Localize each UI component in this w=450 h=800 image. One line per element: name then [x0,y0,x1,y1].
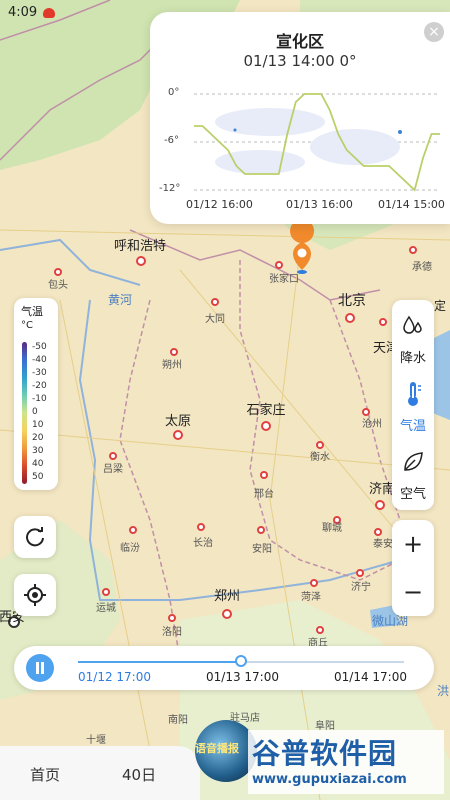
timeline-label: 01/12 17:00 [78,670,151,684]
city-label: 张家口 [269,272,299,285]
city-label: 泰安 [373,537,393,550]
city-label: 菏泽 [301,591,321,603]
city-label: 呼和浩特 [114,239,166,254]
city-label: 大同 [205,312,225,325]
city-label: 临汾 [120,541,140,554]
timeline-progress [78,661,241,663]
zoom-out-button[interactable]: − [392,568,434,616]
city-label: 郑州 [214,589,240,604]
layer-label: 气温 [399,419,426,434]
x-tick: 01/12 16:00 [186,198,253,211]
watermark: 谷普软件园 www.gupuxiazai.com [248,730,444,794]
city-label: 洛阳 [162,625,182,638]
watermark-brand: 谷普软件园 [252,737,398,770]
watermark-url: www.gupuxiazai.com [252,772,407,787]
city-label: 北京 [338,293,366,309]
nav-40-day[interactable]: 40日 [122,764,156,785]
city-label: 长治 [193,536,213,549]
legend-color-bar [22,342,27,484]
city-label: 沧州 [362,417,382,430]
city-label: 运城 [96,602,116,614]
status-bar: 4:09 [8,5,56,20]
timeline-label: 01/14 17:00 [334,670,407,684]
city-label: 包头 [48,278,68,291]
temperature-legend: 气温 °C -50 -40 -30 -20 -10 0 10 20 30 40 50 [14,298,58,490]
legend-title: 气温 [21,305,43,318]
nav-home[interactable]: 首页 [30,764,60,785]
timeline-handle[interactable] [235,655,247,667]
x-tick: 01/13 16:00 [286,198,353,211]
city-label: 石家庄 [246,402,285,418]
timeline-label: 01/13 17:00 [206,670,279,684]
layer-temperature[interactable]: 气温 [392,374,434,440]
city-label: 济宁 [351,580,371,593]
city-label: 十堰 [86,733,106,746]
layer-air[interactable]: 空气 [392,442,434,508]
layer-panel: 降水 气温 空气 [392,300,434,510]
city-label: 邢台 [254,487,274,500]
thermometer-icon [408,382,421,406]
city-label: 朔州 [162,358,182,371]
city-label: 定 [434,298,446,313]
temperature-chart [194,93,440,192]
layer-label: 降水 [399,351,426,366]
layer-label: 空气 [399,487,426,502]
river-label: 黄河 [108,293,132,307]
leaf-icon [404,452,423,471]
status-time: 4:09 [8,5,38,20]
city-label: 太原 [165,414,191,429]
bottom-nav: 首页 40日 [0,746,200,800]
locate-button[interactable] [14,574,56,616]
zoom-control: + − [392,520,434,616]
refresh-button[interactable] [14,516,56,558]
pause-button[interactable] [26,654,54,682]
x-tick: 01/14 15:00 [378,198,445,211]
crosshair-icon [24,584,46,606]
legend-ticks: -50 -40 -30 -20 -10 0 10 20 30 40 50 [32,342,47,482]
refresh-icon [26,527,44,547]
water-label: 洪 [437,684,449,698]
zoom-in-button[interactable]: + [392,520,434,568]
notification-icon [43,7,56,18]
location-popup: 宣化区 01/13 14:00 0° × 0° -6° -12° 01/12 1… [150,12,450,224]
raindrop-icon [403,315,422,334]
city-label: 承德 [412,260,432,273]
timeline-bar: 01/12 17:00 01/13 17:00 01/14 17:00 [14,646,434,690]
layer-precipitation[interactable]: 降水 [392,306,434,372]
city-label: 衡水 [310,451,330,463]
city-label: 安阳 [252,542,272,555]
legend-unit: °C [21,320,33,331]
city-label: 吕梁 [103,462,123,475]
city-label: 南阳 [168,713,188,726]
timeline-track[interactable] [78,655,404,667]
city-label: 聊城 [322,521,342,534]
